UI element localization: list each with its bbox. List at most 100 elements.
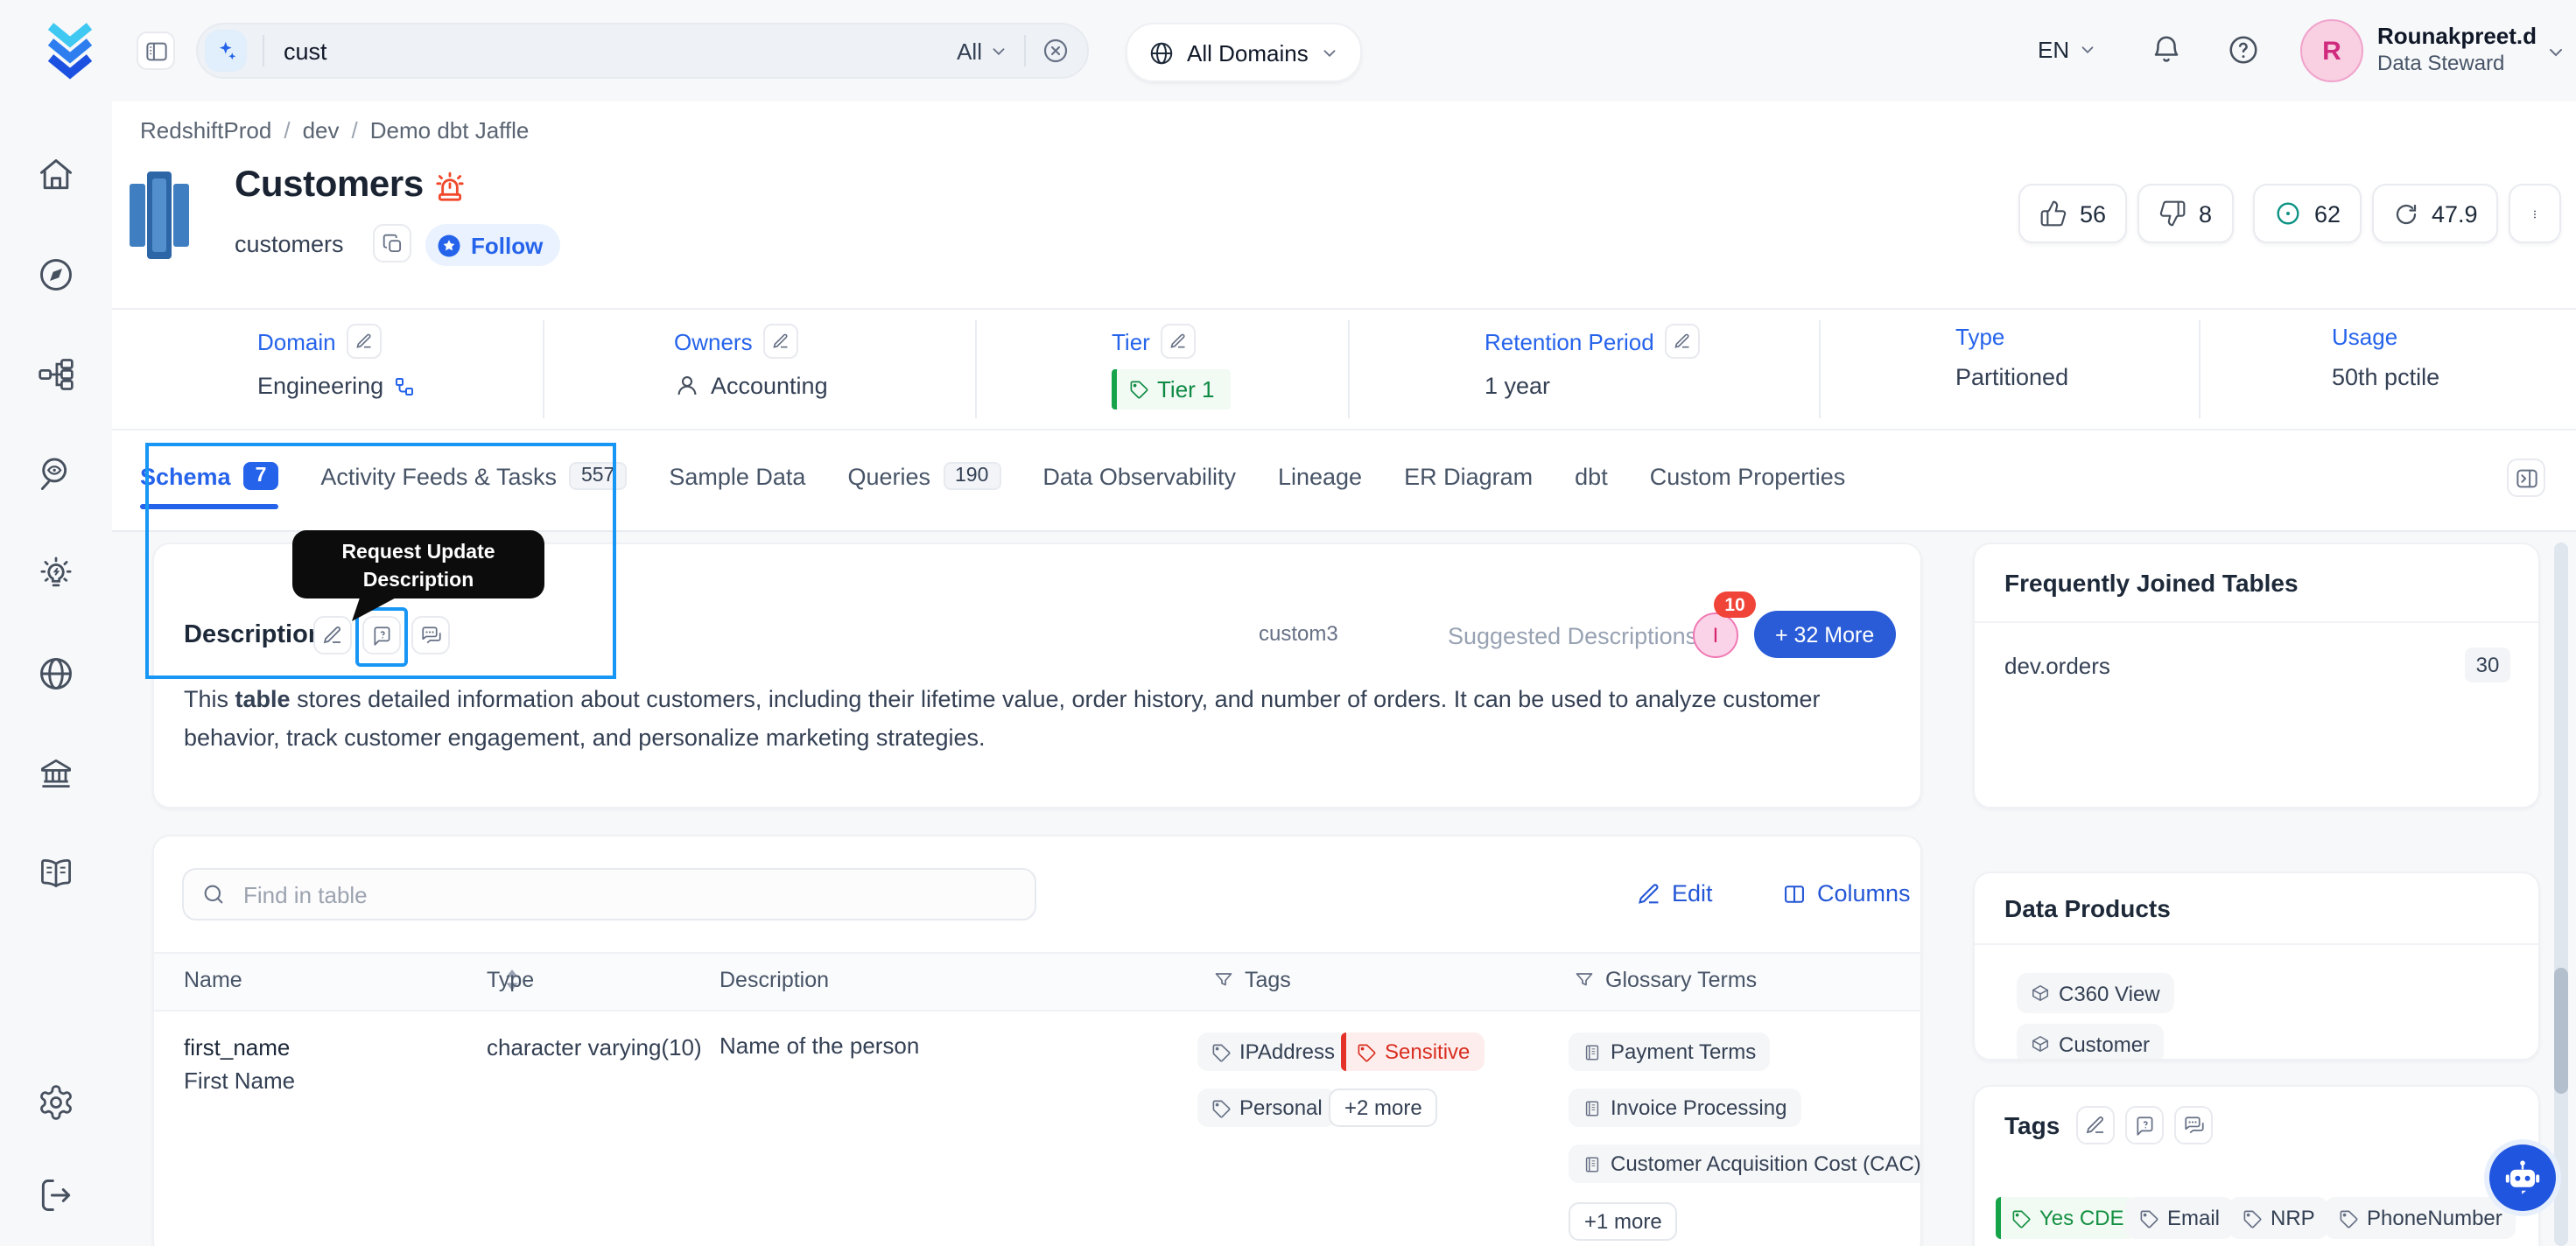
edit-owners-button[interactable]: [762, 324, 798, 359]
sidebar-item-home[interactable]: [37, 156, 75, 194]
tab-queries[interactable]: Queries 190: [847, 462, 1001, 490]
tag-icon: [2340, 1209, 2358, 1228]
sidebar-item-settings[interactable]: [37, 1083, 75, 1122]
request-description-update-button[interactable]: [362, 616, 401, 654]
language-label: EN: [2038, 37, 2070, 63]
sidebar-item-discover[interactable]: [37, 256, 75, 294]
tag-pill[interactable]: NRP: [2229, 1197, 2329, 1239]
search-input[interactable]: [280, 36, 958, 66]
app-logo[interactable]: [39, 19, 102, 82]
edit-table-button[interactable]: Edit: [1637, 880, 1713, 906]
tags-comments-button[interactable]: [2174, 1106, 2213, 1144]
clear-search-icon[interactable]: [1042, 37, 1070, 65]
copilot-chat-button[interactable]: [2489, 1144, 2556, 1211]
search-scope-dropdown[interactable]: All: [957, 38, 1008, 64]
sidebar-item-observability[interactable]: [37, 455, 75, 494]
more-actions-button[interactable]: [2509, 184, 2561, 243]
breadcrumb-item-schema[interactable]: Demo dbt Jaffle: [370, 117, 530, 144]
manage-columns-button[interactable]: Columns: [1782, 880, 1911, 906]
tab-er-diagram[interactable]: ER Diagram: [1404, 463, 1533, 489]
page-scrollbar-track[interactable]: [2554, 542, 2568, 1246]
announcement-icon[interactable]: [432, 170, 467, 205]
sidebar-item-lineage[interactable]: [37, 355, 75, 394]
sidebar-item-logout[interactable]: [37, 1176, 75, 1214]
column-header-type[interactable]: Type: [487, 968, 534, 992]
views-button[interactable]: 62: [2253, 184, 2362, 243]
meta-value[interactable]: Accounting: [711, 373, 828, 399]
upvote-button[interactable]: 56: [2018, 184, 2128, 243]
language-selector[interactable]: EN: [2038, 37, 2097, 63]
tag-pill-yes-cde[interactable]: Yes CDE: [1996, 1197, 2138, 1239]
tab-sample-data[interactable]: Sample Data: [669, 463, 805, 489]
downvote-button[interactable]: 8: [2137, 184, 2234, 243]
meta-label: Domain: [257, 328, 336, 354]
data-products-card: Data Products C360 View Customer: [1973, 872, 2540, 1060]
tab-schema[interactable]: Schema 7: [140, 462, 279, 509]
meta-value[interactable]: Engineering: [257, 373, 383, 399]
glossary-more-pill[interactable]: +1 more: [1569, 1202, 1678, 1241]
glossary-term-pill[interactable]: Payment Terms: [1569, 1032, 1771, 1071]
user-menu[interactable]: R Rounakpreet.d Data Steward: [2300, 0, 2576, 102]
tab-lineage[interactable]: Lineage: [1278, 463, 1362, 489]
glossary-term-pill[interactable]: Invoice Processing: [1569, 1088, 1801, 1127]
notifications-button[interactable]: [2150, 33, 2183, 66]
sidebar-item-governance[interactable]: [37, 754, 75, 793]
collapse-sidebar-button[interactable]: [137, 32, 175, 70]
suggested-user-avatar[interactable]: I: [1693, 612, 1738, 658]
edit-domain-button[interactable]: [346, 324, 382, 359]
robot-icon: [2505, 1160, 2540, 1194]
domain-link-icon: [396, 377, 414, 395]
table-row[interactable]: first_name First Name character varying(…: [154, 1008, 1920, 1246]
copy-name-button[interactable]: [373, 224, 411, 262]
tab-custom-properties[interactable]: Custom Properties: [1650, 463, 1846, 489]
tag-pill[interactable]: IPAddress: [1197, 1032, 1349, 1071]
tab-dbt[interactable]: dbt: [1575, 463, 1608, 489]
edit-tier-button[interactable]: [1160, 324, 1196, 359]
tier-badge[interactable]: Tier 1: [1112, 369, 1231, 410]
tags-more-pill[interactable]: +2 more: [1329, 1088, 1438, 1127]
panel-right-icon: [2516, 468, 2537, 487]
tag-pill[interactable]: Personal: [1197, 1088, 1337, 1127]
meta-label: Usage: [2332, 324, 2398, 350]
follow-button[interactable]: Follow: [425, 224, 561, 266]
page-scrollbar-thumb[interactable]: [2554, 968, 2568, 1094]
column-header-tags[interactable]: Tags: [1213, 968, 1291, 992]
edit-tags-button[interactable]: [2076, 1106, 2115, 1144]
tab-data-observability[interactable]: Data Observability: [1042, 463, 1236, 489]
sidebar-item-insights[interactable]: [37, 555, 75, 593]
copy-icon: [382, 233, 401, 252]
joined-table-row[interactable]: dev.orders 30: [1975, 642, 2538, 698]
collapse-right-panel-button[interactable]: [2507, 458, 2545, 497]
edit-retention-button[interactable]: [1664, 324, 1700, 359]
breadcrumb-item-connection[interactable]: RedshiftProd: [140, 117, 271, 144]
filter-funnel-icon[interactable]: [1574, 970, 1595, 990]
request-tags-update-button[interactable]: [2125, 1106, 2164, 1144]
tab-badge: 190: [943, 462, 1001, 490]
tag-icon: [1212, 1099, 1231, 1117]
filter-funnel-icon[interactable]: [1213, 970, 1234, 990]
package-icon: [2032, 984, 2049, 1002]
column-header-name[interactable]: Name: [184, 968, 521, 992]
edit-description-button[interactable]: [313, 616, 352, 654]
data-product-pill[interactable]: C360 View: [2017, 973, 2174, 1013]
tag-pill[interactable]: PhoneNumber: [2325, 1197, 2516, 1239]
suggestions-more-button[interactable]: + 32 More: [1754, 611, 1896, 658]
glossary-term-pill[interactable]: Customer Acquisition Cost (CAC): [1569, 1144, 1920, 1183]
sidebar-item-web[interactable]: [37, 654, 75, 693]
global-search[interactable]: All: [196, 23, 1089, 79]
find-in-table-input[interactable]: [240, 879, 1017, 909]
data-product-pill[interactable]: Customer: [2017, 1024, 2165, 1059]
column-header-glossary[interactable]: Glossary Terms: [1574, 968, 1757, 992]
tab-activity-feeds[interactable]: Activity Feeds & Tasks 557: [320, 462, 628, 490]
domains-filter-dropdown[interactable]: All Domains: [1126, 23, 1363, 82]
popularity-button[interactable]: 47.9: [2372, 184, 2499, 243]
chevron-down-icon: [2081, 46, 2094, 54]
tag-pill[interactable]: Email: [2125, 1197, 2235, 1239]
description-comments-button[interactable]: [411, 616, 450, 654]
meta-value: Partitioned: [1955, 364, 2069, 390]
help-button[interactable]: [2227, 33, 2260, 66]
breadcrumb-item-database[interactable]: dev: [303, 117, 340, 144]
tag-pill-sensitive[interactable]: Sensitive: [1341, 1032, 1485, 1071]
column-header-description[interactable]: Description: [719, 968, 829, 992]
sidebar-item-glossary[interactable]: [37, 854, 75, 892]
